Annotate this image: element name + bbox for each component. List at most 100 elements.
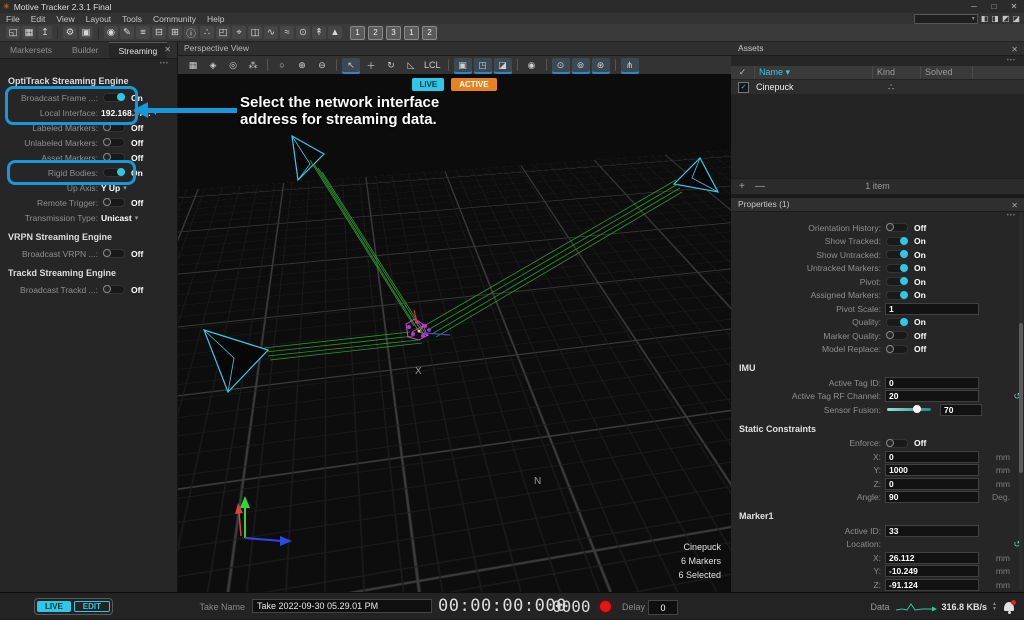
menu-community[interactable]: Community bbox=[153, 14, 196, 24]
save-icon[interactable]: ▦ bbox=[22, 26, 36, 39]
menu-edit[interactable]: Edit bbox=[31, 14, 46, 24]
value-input[interactable]: 20 bbox=[885, 390, 979, 402]
property-row[interactable]: Active Tag RF Channel: 20 20 20 ↺ bbox=[731, 390, 1024, 404]
layout-icon[interactable]: ▣ bbox=[79, 26, 93, 39]
setting-row[interactable]: Unlabeled Markers: Off ▾ bbox=[0, 135, 177, 150]
toggle[interactable] bbox=[103, 285, 125, 294]
marker-history-icon[interactable]: ⊛ bbox=[592, 58, 610, 72]
select-assets-icon[interactable]: ◪ bbox=[494, 58, 512, 72]
select-markers-icon[interactable]: ▣ bbox=[454, 58, 472, 72]
asset-row[interactable]: ✓ Cinepuck ∴ bbox=[731, 80, 1024, 95]
layout-preset-button[interactable]: 1 bbox=[404, 26, 419, 40]
toggle[interactable] bbox=[886, 291, 908, 300]
toggle[interactable] bbox=[886, 277, 908, 286]
check-column-header[interactable]: ✓ bbox=[731, 66, 755, 79]
take-name-input[interactable] bbox=[252, 599, 432, 613]
pane-bottom-icon[interactable]: ◩ bbox=[1002, 14, 1010, 23]
setting-row[interactable]: Up Axis: Y Up ▾ bbox=[0, 180, 177, 195]
export-icon[interactable]: ↥ bbox=[38, 26, 52, 39]
broadcast-icon[interactable]: ⊙ bbox=[296, 26, 310, 39]
menu-view[interactable]: View bbox=[56, 14, 74, 24]
value-input[interactable]: 0 bbox=[885, 451, 979, 463]
archive-icon[interactable]: ⊟ bbox=[152, 26, 166, 39]
menu-tools[interactable]: Tools bbox=[122, 14, 142, 24]
toggle[interactable] bbox=[103, 249, 125, 258]
layout-preset-button[interactable]: 3 bbox=[386, 26, 401, 40]
antenna-icon[interactable]: ↟ bbox=[312, 26, 326, 39]
quick-search-dropdown[interactable]: ▾ bbox=[914, 14, 978, 24]
camera-frustum[interactable] bbox=[292, 136, 324, 180]
visibility-icon[interactable]: ◉ bbox=[523, 58, 541, 72]
property-row[interactable]: Untracked Markers: On On On ↺ bbox=[731, 262, 1024, 276]
delay-input[interactable] bbox=[648, 600, 678, 615]
property-row[interactable]: X: 0 0 mm ↺ bbox=[731, 450, 1024, 464]
toggle[interactable] bbox=[886, 264, 908, 273]
property-row[interactable]: Active ID: 33 ↺ bbox=[731, 524, 1024, 538]
active-mode-button[interactable]: ACTIVE bbox=[451, 78, 496, 91]
value-input[interactable]: 0 bbox=[885, 478, 979, 490]
toggle[interactable] bbox=[886, 439, 908, 448]
property-row[interactable]: Quality: On On On ↺ bbox=[731, 316, 1024, 330]
setting-row[interactable]: Asset Markers: Off ▾ bbox=[0, 150, 177, 165]
panel-menu-icon[interactable]: ••• bbox=[0, 59, 177, 69]
3d-scene[interactable]: X N LIVE ACTIVE Cinepuck 6 Markers 6 Sel… bbox=[178, 74, 731, 592]
property-row[interactable]: X: 26.112 mm ↺ bbox=[731, 551, 1024, 565]
property-row[interactable]: Active Tag ID: 0 0 0 ↺ bbox=[731, 376, 1024, 390]
notification-bell-icon[interactable] bbox=[1004, 602, 1014, 611]
name-column-header[interactable]: Name ▾ bbox=[755, 66, 873, 79]
setting-row[interactable]: Rigid Bodies: On ▾ bbox=[0, 165, 177, 180]
maximize-button[interactable]: □ bbox=[984, 0, 1004, 13]
select-cameras-icon[interactable]: ◳ bbox=[474, 58, 492, 72]
pane-right-icon[interactable]: ◨ bbox=[991, 14, 999, 23]
toggle[interactable] bbox=[886, 250, 908, 259]
video-icon[interactable]: ◫ bbox=[248, 26, 262, 39]
pane-left-icon[interactable]: ◧ bbox=[981, 14, 989, 23]
toggle[interactable] bbox=[103, 138, 125, 147]
scrollbar-thumb[interactable] bbox=[1019, 323, 1023, 473]
scale-tool-icon[interactable]: ◺ bbox=[402, 58, 420, 72]
tab-markersets[interactable]: Markersets bbox=[0, 42, 62, 58]
tower-icon[interactable]: ▲ bbox=[328, 26, 342, 39]
move-tool-icon[interactable]: ＋ bbox=[362, 58, 380, 72]
property-row[interactable]: Assigned Markers: On On On ↺ bbox=[731, 289, 1024, 303]
live-button[interactable]: LIVE bbox=[37, 601, 71, 612]
value-input[interactable]: 70 bbox=[940, 404, 982, 416]
zoom-in-icon[interactable]: ⊕ bbox=[293, 58, 311, 72]
property-row[interactable]: Pivot: On On On ↺ bbox=[731, 275, 1024, 289]
close-button[interactable]: ✕ bbox=[1004, 0, 1024, 13]
grid-icon[interactable]: ▦ bbox=[184, 58, 202, 72]
layout-preset-button[interactable]: 2 bbox=[368, 26, 383, 40]
property-row[interactable]: Show Untracked: On On On ↺ bbox=[731, 248, 1024, 262]
settings-icon[interactable]: ⚙ bbox=[63, 26, 77, 39]
property-row[interactable]: Location: ↺ bbox=[731, 538, 1024, 552]
toggle[interactable] bbox=[886, 237, 908, 246]
lcl-toggle[interactable]: LCL bbox=[422, 58, 443, 72]
property-row[interactable]: Z: 0 0 mm ↺ bbox=[731, 477, 1024, 491]
panel-menu-icon[interactable]: ••• bbox=[731, 211, 1024, 221]
value-input[interactable]: -10.249 bbox=[885, 565, 979, 577]
property-row[interactable]: Sensor Fusion: 70 70 70 ↺ bbox=[731, 403, 1024, 417]
setting-row[interactable]: Local Interface: 192.168.37... ▾ bbox=[0, 105, 177, 120]
live-mode-button[interactable]: LIVE bbox=[412, 78, 444, 91]
rotate-tool-icon[interactable]: ↻ bbox=[382, 58, 400, 72]
close-icon[interactable]: ✕ bbox=[1011, 42, 1018, 58]
data-table-icon[interactable]: ⊞ bbox=[168, 26, 182, 39]
markers-icon[interactable]: ⁂ bbox=[244, 58, 262, 72]
toggle[interactable] bbox=[103, 168, 125, 177]
stepper-arrows[interactable]: ▲▼ bbox=[992, 602, 997, 612]
layout-preset-button[interactable]: 2 bbox=[422, 26, 437, 40]
value-input[interactable]: 26.112 bbox=[885, 552, 979, 564]
property-row[interactable]: Orientation History: Off Off Off ↺ bbox=[731, 221, 1024, 235]
camera-icon[interactable]: ◎ bbox=[224, 58, 242, 72]
setting-row[interactable]: Transmission Type: Unicast ▾ bbox=[0, 210, 177, 225]
property-row[interactable]: Enforce: Off Off ↺ bbox=[731, 437, 1024, 451]
layers-icon[interactable]: ≡ bbox=[136, 26, 150, 39]
property-row[interactable]: Z: -91.124 mm ↺ bbox=[731, 578, 1024, 592]
layout-preset-button[interactable]: 1 bbox=[350, 26, 365, 40]
camera-frustum[interactable] bbox=[674, 158, 718, 192]
menu-help[interactable]: Help bbox=[207, 14, 224, 24]
menu-layout[interactable]: Layout bbox=[86, 14, 112, 24]
setting-row[interactable]: Broadcast VRPN ...: Off ▾ bbox=[0, 246, 177, 261]
property-row[interactable]: Marker Quality: Off Off Off ↺ bbox=[731, 329, 1024, 343]
minimize-button[interactable]: ─ bbox=[964, 0, 984, 13]
